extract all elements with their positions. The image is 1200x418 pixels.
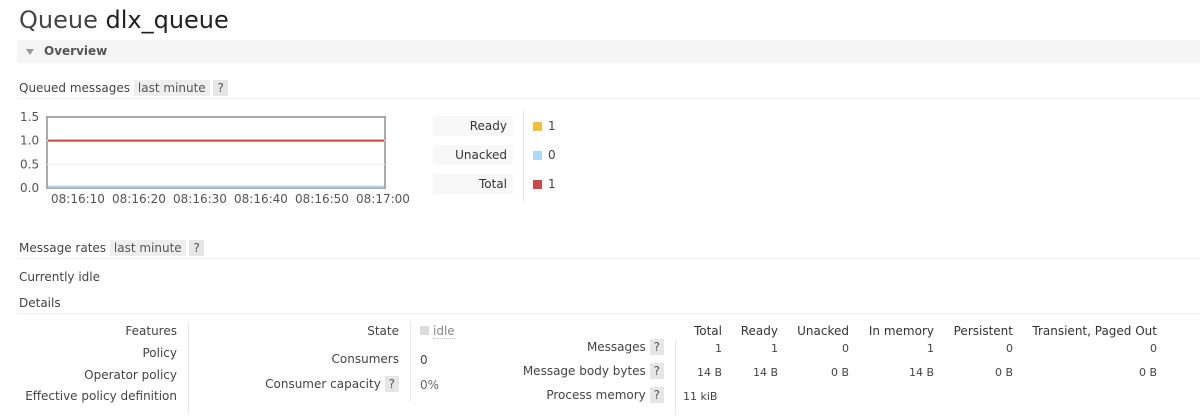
consumer-capacity-value: 0% [420, 378, 440, 392]
x-tick-label: 08:16:20 [112, 192, 166, 206]
range-selector[interactable]: last minute [133, 80, 210, 96]
stats-value: 0 B [994, 366, 1013, 379]
legend-swatch-total [533, 180, 542, 189]
stats-value: 0 B [1138, 366, 1157, 379]
y-tick-label: 1.0 [20, 134, 39, 148]
help-button[interactable]: ? [189, 240, 204, 256]
stats-header: Unacked [797, 324, 849, 338]
state-indicator-icon [420, 326, 429, 335]
stats-header: Ready [740, 324, 778, 338]
stats-row-label: Process memory ? [546, 387, 664, 403]
stats-value: 0 [1150, 342, 1157, 355]
help-button[interactable]: ? [649, 339, 664, 355]
stats-value: 14 B [752, 366, 778, 379]
effective-policy-label: Effective policy definition [25, 389, 177, 403]
stats-value: 0 [1006, 342, 1013, 355]
x-tick-label: 08:16:40 [234, 192, 288, 206]
help-button[interactable]: ? [384, 376, 399, 392]
operator-policy-label: Operator policy [84, 368, 177, 382]
consumer-capacity-label: Consumer capacity ? [265, 376, 399, 392]
legend-value-ready: 1 [548, 119, 556, 133]
overview-label: Overview [44, 44, 108, 58]
help-button[interactable]: ? [213, 80, 228, 96]
stats-value: 1 [715, 342, 722, 355]
y-tick-label: 0.5 [20, 157, 39, 171]
legend-label-unacked: Unacked [433, 145, 513, 165]
stats-value: 14 B [908, 366, 934, 379]
stats-value: 1 [771, 342, 778, 355]
details-header: Details [19, 296, 61, 310]
page-title: Queue dlx_queue [19, 6, 229, 34]
help-button[interactable]: ? [649, 387, 664, 403]
stats-value: 0 [842, 342, 849, 355]
state-value: idle [420, 324, 455, 339]
policy-label: Policy [142, 346, 177, 360]
legend-swatch-ready [533, 122, 542, 131]
stats-row-label: Message body bytes ? [523, 363, 664, 379]
stats-value: 14 B [696, 366, 722, 379]
x-tick-label: 08:16:10 [51, 192, 105, 206]
legend-label-ready: Ready [433, 116, 513, 136]
y-tick-label: 1.5 [20, 110, 39, 124]
features-label: Features [125, 324, 177, 338]
queued-messages-header: Queued messages last minute ? [19, 80, 228, 96]
legend-label-total: Total [433, 174, 513, 194]
stats-header: Transient, Paged Out [1032, 324, 1157, 338]
message-rates-header: Message rates last minute ? [19, 240, 204, 256]
legend-value-total: 1 [548, 177, 556, 191]
stats-value: 1 [927, 342, 934, 355]
help-button[interactable]: ? [649, 363, 664, 379]
state-label: State [367, 324, 399, 338]
idle-text: Currently idle [19, 270, 100, 284]
overview-section-toggle[interactable]: Overview [17, 40, 1200, 63]
consumers-label: Consumers [331, 352, 399, 366]
legend-swatch-unacked [533, 151, 542, 160]
range-selector[interactable]: last minute [109, 240, 186, 256]
consumers-value: 0 [420, 353, 428, 367]
x-tick-label: 08:16:30 [173, 192, 227, 206]
queued-messages-chart: 1.5 1.0 0.5 0.0 [20, 110, 386, 195]
stats-value: 11 kiB [683, 390, 718, 403]
x-tick-label: 08:17:00 [356, 192, 410, 206]
stats-header: Total [693, 324, 722, 338]
stats-header: In memory [868, 324, 934, 338]
stats-row-label: Messages ? [587, 339, 664, 355]
y-tick-label: 0.0 [20, 181, 39, 195]
x-tick-label: 08:16:50 [295, 192, 349, 206]
collapse-triangle-icon [26, 49, 34, 55]
legend-value-unacked: 0 [548, 148, 556, 162]
stats-header: Persistent [953, 324, 1013, 338]
stats-value: 0 B [830, 366, 849, 379]
plot-area [46, 116, 386, 189]
